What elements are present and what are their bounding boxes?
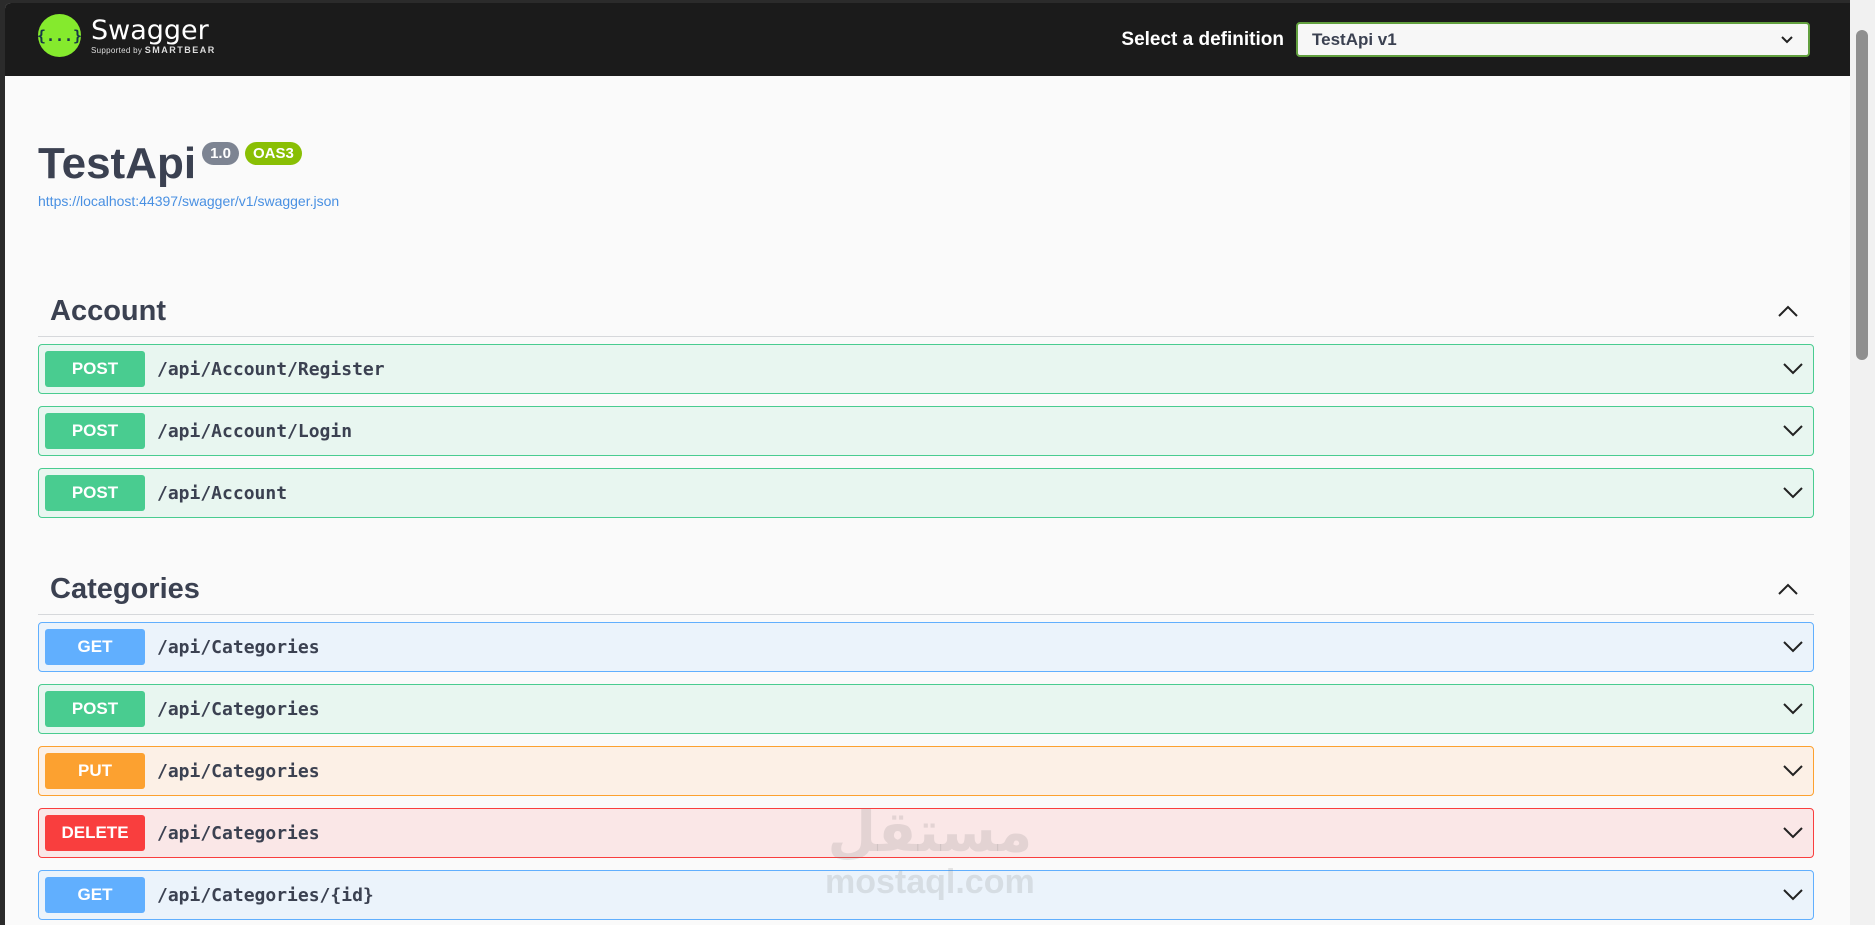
chevron-up-icon[interactable]	[1776, 579, 1800, 599]
method-badge: POST	[45, 351, 145, 387]
chevron-down-icon	[1783, 363, 1803, 375]
browser-viewport: {...} Swagger Supported by SMARTBEAR Sel…	[5, 3, 1850, 925]
top-bar: {...} Swagger Supported by SMARTBEAR Sel…	[5, 3, 1850, 76]
method-badge: PUT	[45, 753, 145, 789]
operation-post[interactable]: POST/api/Account	[38, 468, 1814, 518]
operation-path: /api/Categories	[157, 636, 320, 658]
operation-put[interactable]: PUT/api/Categories	[38, 746, 1814, 796]
logo-brand: SMARTBEAR	[144, 44, 216, 55]
operation-path: /api/Account/Register	[157, 358, 385, 380]
chevron-down-icon	[1783, 425, 1803, 437]
operation-post[interactable]: POST/api/Categories	[38, 684, 1814, 734]
operation-get[interactable]: GET/api/Categories	[38, 622, 1814, 672]
api-info: TestApi 1.0 OAS3 https://localhost:44397…	[38, 139, 339, 209]
chevron-down-icon	[1783, 703, 1803, 715]
chevron-up-icon[interactable]	[1776, 301, 1800, 321]
chevron-down-icon	[1783, 827, 1803, 839]
method-badge: POST	[45, 691, 145, 727]
section-title: Account	[50, 294, 166, 327]
method-badge: POST	[45, 475, 145, 511]
swagger-logo[interactable]: {...} Swagger Supported by SMARTBEAR	[37, 14, 216, 57]
chevron-down-icon	[1783, 889, 1803, 901]
operation-path: /api/Categories	[157, 698, 320, 720]
operation-path: /api/Categories	[157, 760, 320, 782]
operation-delete[interactable]: DELETE/api/Categories	[38, 808, 1814, 858]
section-categories: Categories GET/api/Categories POST/api/Cat…	[38, 564, 1814, 925]
chevron-down-icon	[1783, 641, 1803, 653]
scrollbar[interactable]	[1850, 0, 1875, 925]
operation-post[interactable]: POST/api/Account/Login	[38, 406, 1814, 456]
section-title: Categories	[50, 572, 200, 605]
operation-path: /api/Categories/{id}	[157, 884, 374, 906]
definition-select[interactable]: TestApi v1	[1296, 22, 1810, 57]
scrollbar-thumb[interactable]	[1856, 30, 1868, 360]
swagger-logo-icon: {...}	[37, 14, 82, 57]
chevron-down-icon	[1783, 765, 1803, 777]
method-badge: DELETE	[45, 815, 145, 851]
method-badge: GET	[45, 877, 145, 913]
logo-name: Swagger	[91, 14, 209, 46]
oas-badge: OAS3	[244, 142, 302, 165]
chevron-down-icon	[1783, 487, 1803, 499]
definition-value: TestApi v1	[1312, 29, 1397, 49]
section-account: Account POST/api/Account/Register POST/api…	[38, 286, 1814, 530]
section-header[interactable]: Account	[38, 286, 1814, 337]
section-header[interactable]: Categories	[38, 564, 1814, 615]
method-badge: GET	[45, 629, 145, 665]
operation-path: /api/Categories	[157, 822, 320, 844]
spec-url-link[interactable]: https://localhost:44397/swagger/v1/swagg…	[38, 193, 339, 209]
logo-supported: Supported by	[91, 45, 143, 55]
chevron-down-icon	[1781, 35, 1793, 43]
version-badge: 1.0	[202, 142, 239, 165]
definition-label: Select a definition	[1121, 28, 1284, 50]
operation-post[interactable]: POST/api/Account/Register	[38, 344, 1814, 394]
method-badge: POST	[45, 413, 145, 449]
operation-path: /api/Account/Login	[157, 420, 353, 442]
operation-get[interactable]: GET/api/Categories/{id}	[38, 870, 1814, 920]
operation-path: /api/Account	[157, 482, 288, 504]
api-title: TestApi	[38, 139, 197, 188]
